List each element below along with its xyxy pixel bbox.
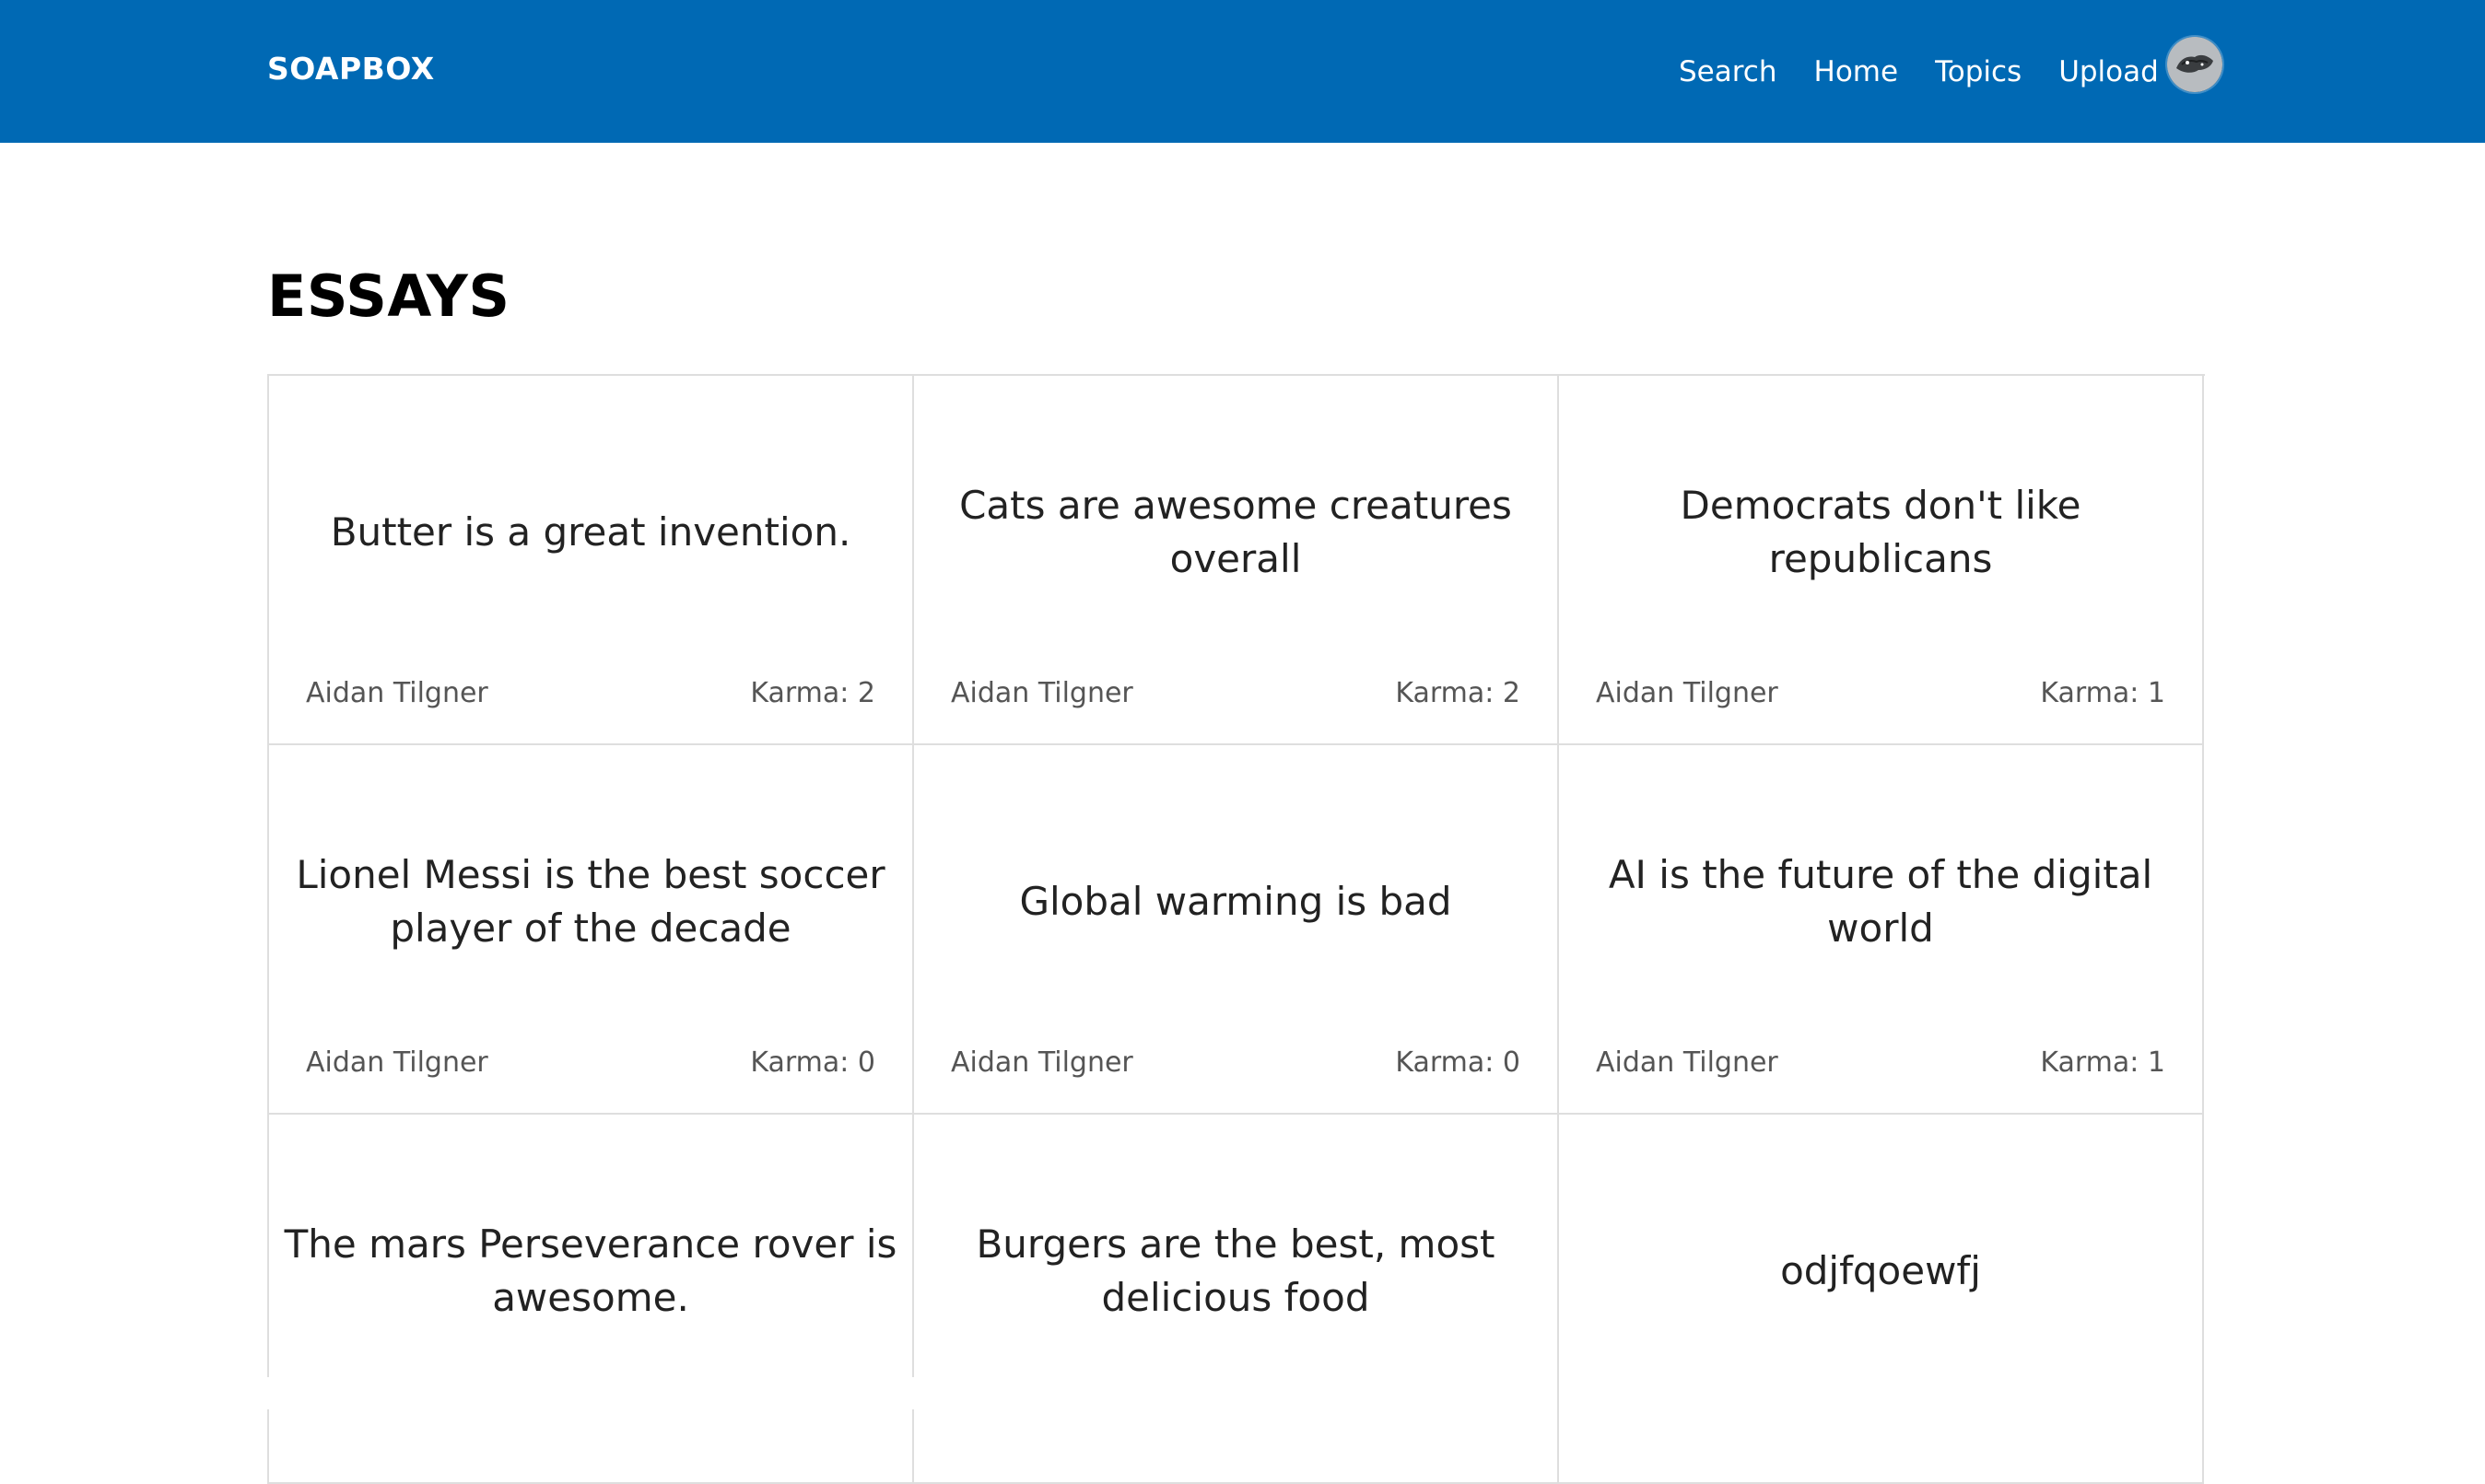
essay-title: odjfqoewfj	[1780, 1248, 1981, 1293]
page-title: ESSAYS	[267, 263, 510, 330]
essay-title: Burgers are the best, most delicious foo…	[976, 1221, 1495, 1320]
essay-karma: Karma: 2	[1395, 677, 1520, 709]
nav-links: Search Home Topics Upload	[1679, 52, 2196, 92]
nav-search[interactable]: Search	[1679, 55, 1777, 88]
essay-meta: Aidan Tilgner Karma: 2	[951, 677, 1520, 709]
essay-title: Lionel Messi is the best soccer player o…	[296, 852, 885, 951]
essay-meta: Aidan Tilgner Karma: 0	[306, 1046, 875, 1079]
essay-card[interactable]: Democrats don't like republicans Aidan T…	[1559, 376, 2204, 745]
essay-grid: Butter is a great invention. Aidan Tilgn…	[267, 374, 2205, 1484]
essay-card[interactable]: Global warming is bad Aidan Tilgner Karm…	[914, 745, 1559, 1115]
essay-card[interactable]: Burgers are the best, most delicious foo…	[914, 1115, 1559, 1484]
essay-card[interactable]: AI is the future of the digital world Ai…	[1559, 745, 2204, 1115]
essay-title: Global warming is bad	[1019, 879, 1452, 924]
essay-author: Aidan Tilgner	[306, 1046, 488, 1079]
essay-card[interactable]: odjfqoewfj	[1559, 1115, 2204, 1484]
scroll-clip	[267, 1377, 914, 1409]
essay-meta: Aidan Tilgner Karma: 1	[1596, 677, 2165, 709]
essay-meta: Aidan Tilgner Karma: 2	[306, 677, 875, 709]
essay-meta: Aidan Tilgner Karma: 1	[1596, 1046, 2165, 1079]
essay-card[interactable]: Butter is a great invention. Aidan Tilgn…	[269, 376, 914, 745]
essay-karma: Karma: 1	[2040, 1046, 2165, 1079]
essay-card[interactable]: The mars Perseverance rover is awesome.	[269, 1115, 914, 1484]
essay-author: Aidan Tilgner	[306, 677, 488, 709]
essay-meta: Aidan Tilgner Karma: 0	[951, 1046, 1520, 1079]
essay-author: Aidan Tilgner	[1596, 1046, 1778, 1079]
essay-karma: Karma: 1	[2040, 677, 2165, 709]
essay-karma: Karma: 0	[750, 1046, 875, 1079]
essay-karma: Karma: 2	[750, 677, 875, 709]
nav-upload[interactable]: Upload	[2058, 55, 2159, 88]
essay-card[interactable]: Cats are awesome creatures overall Aidan…	[914, 376, 1559, 745]
essay-card[interactable]: Lionel Messi is the best soccer player o…	[269, 745, 914, 1115]
essay-title: The mars Perseverance rover is awesome.	[284, 1221, 897, 1320]
top-navbar: SOAPBOX Search Home Topics Upload	[0, 0, 2485, 143]
essay-title: Cats are awesome creatures overall	[959, 483, 1512, 581]
brand-logo[interactable]: SOAPBOX	[267, 51, 435, 87]
essay-author: Aidan Tilgner	[1596, 677, 1778, 709]
essay-title: AI is the future of the digital world	[1608, 852, 2153, 951]
essay-author: Aidan Tilgner	[951, 677, 1133, 709]
essay-author: Aidan Tilgner	[951, 1046, 1133, 1079]
essay-title: Democrats don't like republicans	[1680, 483, 2081, 581]
nav-topics[interactable]: Topics	[1935, 55, 2022, 88]
user-avatar-icon[interactable]	[2167, 37, 2222, 92]
essay-title: Butter is a great invention.	[330, 509, 851, 555]
nav-home[interactable]: Home	[1814, 55, 1899, 88]
essay-karma: Karma: 0	[1395, 1046, 1520, 1079]
